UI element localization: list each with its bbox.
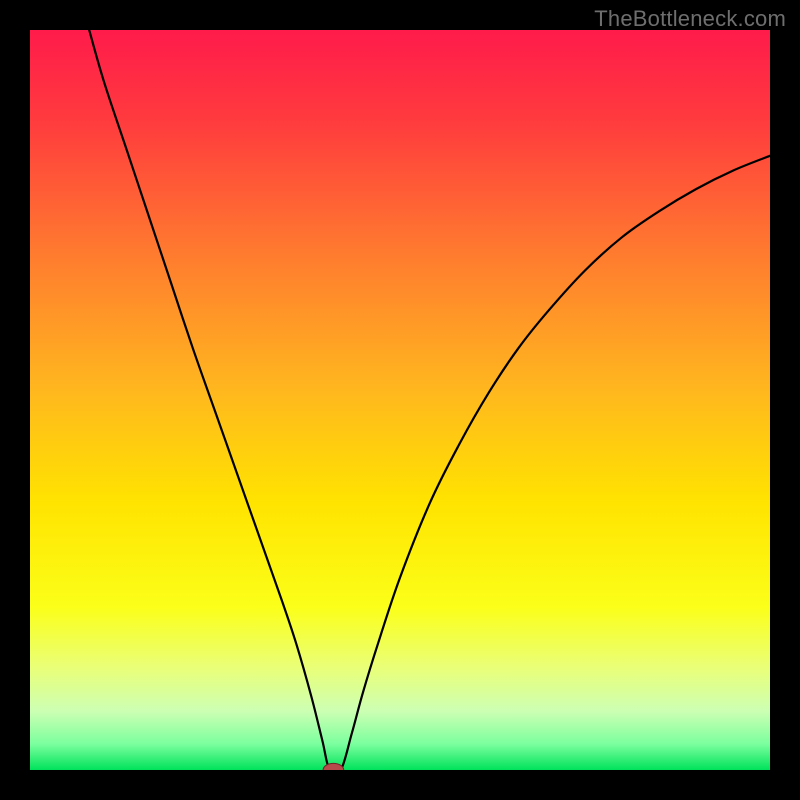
watermark-text: TheBottleneck.com <box>594 6 786 32</box>
bottleneck-chart <box>30 30 770 770</box>
chart-frame: TheBottleneck.com <box>0 0 800 800</box>
plot-background <box>30 30 770 770</box>
